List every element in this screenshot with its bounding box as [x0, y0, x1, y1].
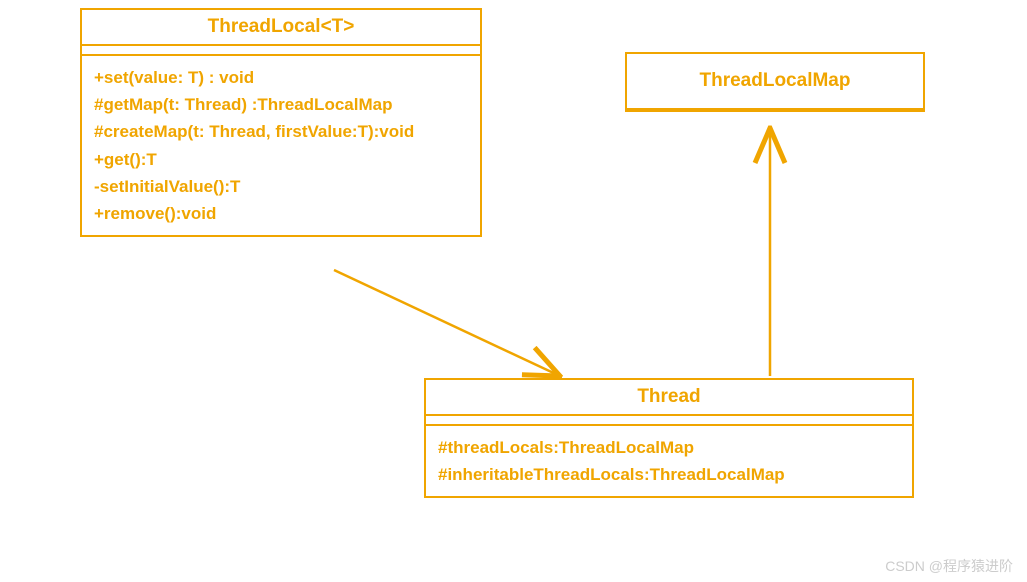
class-attributes-section — [82, 46, 480, 56]
class-empty-section — [426, 416, 912, 426]
class-title: Thread — [426, 380, 912, 416]
class-fields-section: #threadLocals:ThreadLocalMap #inheritabl… — [426, 426, 912, 496]
class-thread: Thread #threadLocals:ThreadLocalMap #inh… — [424, 378, 914, 498]
class-title: ThreadLocalMap — [627, 54, 923, 110]
class-threadlocal: ThreadLocal<T> +set(value: T) : void #ge… — [80, 8, 482, 237]
field: #inheritableThreadLocals:ThreadLocalMap — [438, 461, 900, 488]
method: #getMap(t: Thread) :ThreadLocalMap — [94, 91, 468, 118]
method: +get():T — [94, 146, 468, 173]
field: #threadLocals:ThreadLocalMap — [438, 434, 900, 461]
class-methods-section: +set(value: T) : void #getMap(t: Thread)… — [82, 56, 480, 235]
watermark: CSDN @程序猿进阶 — [885, 556, 1013, 576]
class-title: ThreadLocal<T> — [82, 10, 480, 46]
method: +remove():void — [94, 200, 468, 227]
method: +set(value: T) : void — [94, 64, 468, 91]
arrow-threadlocal-to-thread — [334, 270, 560, 376]
class-threadlocalmap: ThreadLocalMap — [625, 52, 925, 112]
method: #createMap(t: Thread, firstValue:T):void — [94, 118, 468, 145]
method: -setInitialValue():T — [94, 173, 468, 200]
